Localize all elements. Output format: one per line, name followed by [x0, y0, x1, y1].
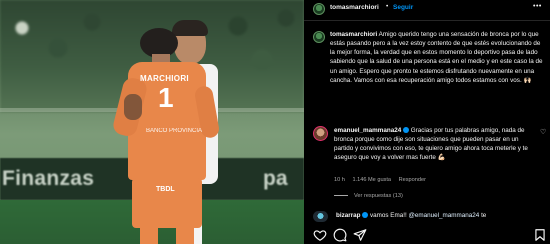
comment-emoji: 💪🏻 — [437, 154, 446, 162]
comment: emanuel_mammana24 Gracias por tus palabr… — [334, 126, 534, 163]
comment-icon[interactable] — [333, 228, 347, 242]
shorts-logo: TBDL — [156, 186, 175, 193]
more-options-icon[interactable]: ••• — [533, 3, 542, 10]
comment-avatar[interactable] — [313, 211, 328, 222]
comment-text: vamos Ema!! — [370, 212, 407, 219]
post-photo[interactable]: Finanzas pa MARCHIORI 1 BANCO PROVINCIA … — [0, 0, 304, 244]
comment-likes[interactable]: 1.146 Me gusta — [352, 177, 391, 183]
goalkeeper: MARCHIORI 1 BANCO PROVINCIA TBDL — [111, 28, 221, 244]
verified-badge-icon — [362, 212, 369, 219]
view-replies-label[interactable]: Ver respuestas (13) — [354, 193, 403, 199]
replies-line — [334, 195, 348, 197]
comment-author[interactable]: bizarrap — [336, 212, 361, 219]
ad-banner-text-right: pa — [263, 167, 288, 190]
jersey-sponsor: BANCO PROVINCIA — [146, 128, 203, 134]
follow-button[interactable]: Seguir — [393, 4, 413, 11]
verified-badge-icon — [402, 127, 409, 134]
author-avatar[interactable] — [313, 3, 325, 15]
post-action-bar — [304, 226, 550, 244]
comment: bizarrap vamos Ema!! @emanuel_mammana24 … — [336, 211, 536, 220]
view-replies-button[interactable]: Ver respuestas (13) — [334, 193, 403, 199]
comment-reply-button[interactable]: Responder — [399, 177, 426, 183]
arm-tattoo — [124, 94, 142, 120]
ad-banner-text-left: Finanzas — [2, 167, 95, 190]
jersey-number: 1 — [158, 82, 174, 113]
caption: tomasmarchiori Amigo querido tengo una s… — [330, 30, 544, 85]
goalkeeper-leg-left — [140, 226, 158, 244]
header-divider — [304, 20, 550, 21]
heart-icon[interactable] — [313, 228, 327, 242]
caption-avatar[interactable] — [313, 31, 325, 43]
comment-avatar[interactable] — [313, 126, 328, 141]
post-header: tomasmarchiori • Seguir ••• — [304, 0, 550, 17]
comment-meta: 10 h 1.146 Me gusta Responder — [334, 177, 432, 183]
separator-dot: • — [386, 3, 389, 10]
caption-author[interactable]: tomasmarchiori — [330, 31, 377, 38]
comment-time: 10 h — [334, 177, 345, 183]
caption-text: Amigo querido tengo una sensación de bro… — [330, 31, 543, 84]
comment-text-tail: te — [481, 212, 487, 219]
share-icon[interactable] — [353, 228, 367, 242]
comment-like-heart-icon[interactable]: ♡ — [540, 128, 546, 136]
post-author-username[interactable]: tomasmarchiori — [330, 4, 379, 11]
goalkeeper-leg-right — [176, 226, 194, 244]
comment-mention[interactable]: @emanuel_mammana24 — [409, 212, 480, 219]
post-side-panel: tomasmarchiori • Seguir ••• tomasmarchio… — [304, 0, 550, 244]
comment-author[interactable]: emanuel_mammana24 — [334, 127, 401, 134]
bookmark-icon[interactable] — [533, 228, 547, 242]
